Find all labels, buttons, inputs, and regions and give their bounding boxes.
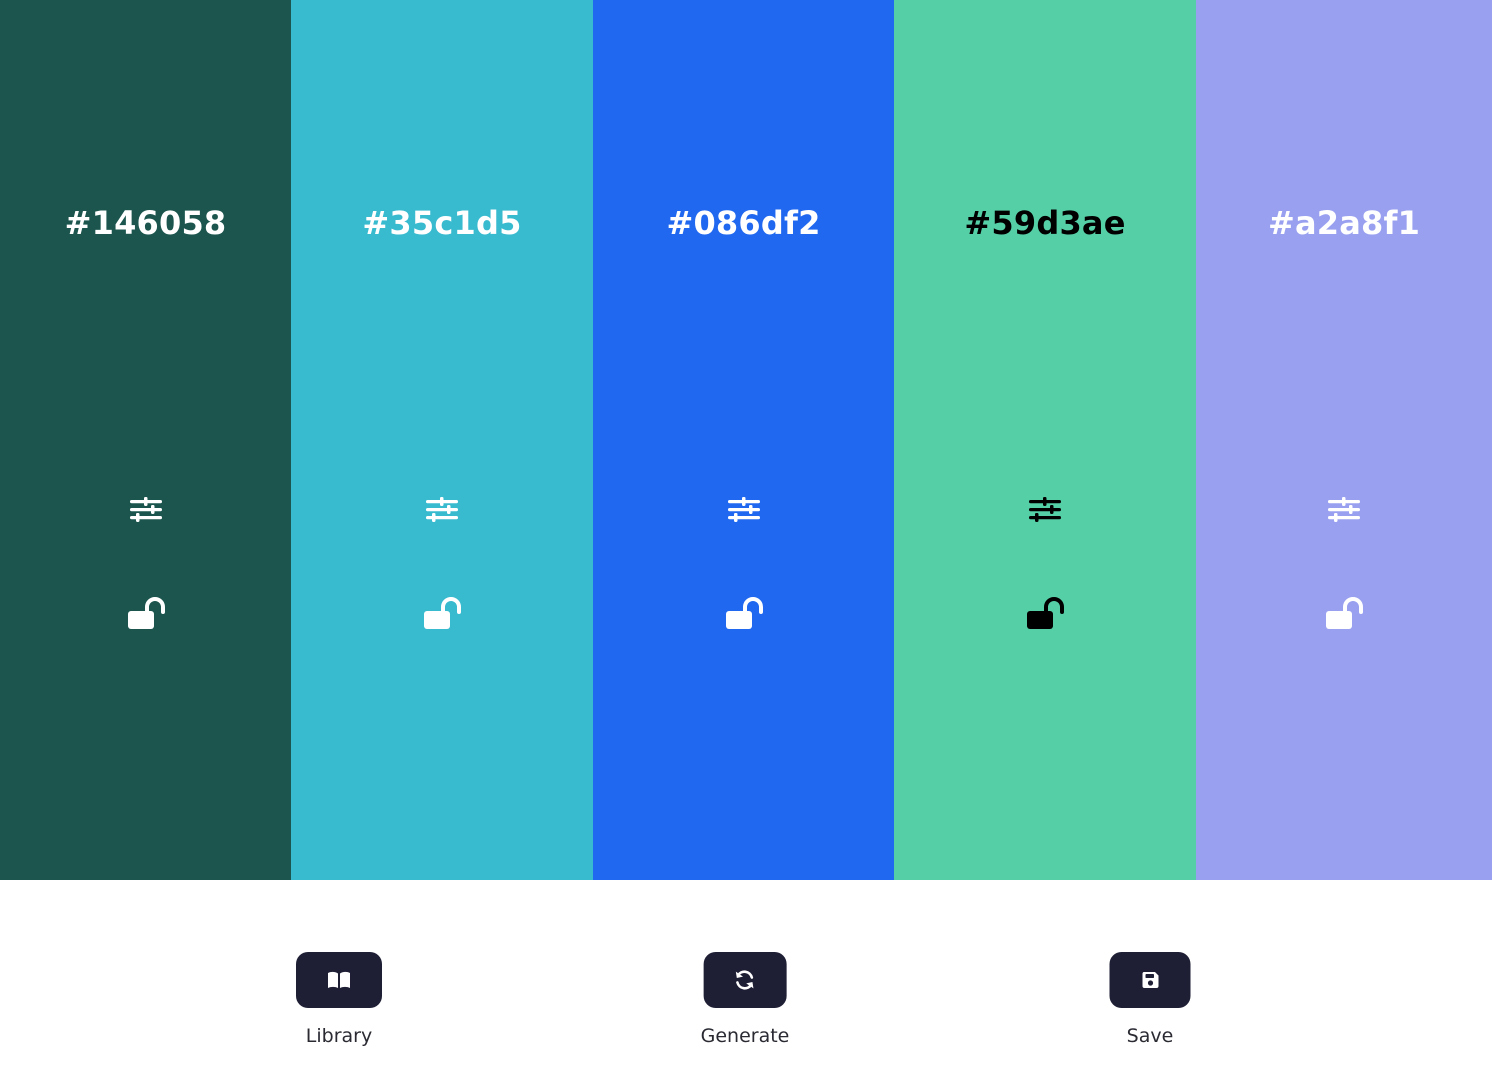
sliders-icon [727,497,760,522]
save-label: Save [1126,1025,1174,1047]
unlock-icon [424,597,461,629]
adjust-button[interactable] [1322,488,1366,532]
lock-toggle-button[interactable] [124,592,168,636]
hex-code[interactable]: #a2a8f1 [1196,203,1492,243]
color-swatch-2: #35c1d5 [291,0,593,880]
unlock-icon [725,597,763,629]
hex-code[interactable]: #146058 [0,203,291,243]
library-button[interactable] [296,952,382,1008]
unlock-icon [127,597,165,629]
hex-code[interactable]: #086df2 [593,203,894,243]
color-swatch-1: #146058 [0,0,291,880]
adjust-button[interactable] [420,488,464,532]
sliders-icon [1328,497,1360,522]
color-swatch-3: #086df2 [593,0,894,880]
save-action: Save [1109,952,1191,1048]
action-panel: Library Generate Save [0,880,1492,1091]
sliders-icon [129,497,162,522]
unlock-icon [1326,597,1363,629]
color-swatch-5: #a2a8f1 [1196,0,1492,880]
library-action: Library [296,952,382,1048]
unlock-icon [1027,597,1064,629]
sliders-icon [426,497,458,522]
color-palette: #146058 #35c1d5 #086df2 #59d3ae #a2a8f1 [0,0,1492,880]
adjust-button[interactable] [1023,488,1067,532]
sliders-icon [1029,497,1061,522]
library-label: Library [305,1025,373,1047]
book-icon [328,971,350,988]
adjust-button[interactable] [722,488,766,532]
generate-action: Generate [700,952,790,1048]
lock-toggle-button[interactable] [1023,592,1067,636]
generate-label: Generate [700,1025,790,1047]
save-button[interactable] [1109,952,1191,1008]
color-swatch-4: #59d3ae [894,0,1196,880]
lock-toggle-button[interactable] [420,592,464,636]
lock-toggle-button[interactable] [1322,592,1366,636]
hex-code[interactable]: #35c1d5 [291,203,593,243]
generate-button[interactable] [703,952,787,1008]
adjust-button[interactable] [124,488,168,532]
hex-code[interactable]: #59d3ae [894,203,1196,243]
lock-toggle-button[interactable] [722,592,766,636]
refresh-icon [736,970,754,990]
save-icon [1141,972,1158,988]
